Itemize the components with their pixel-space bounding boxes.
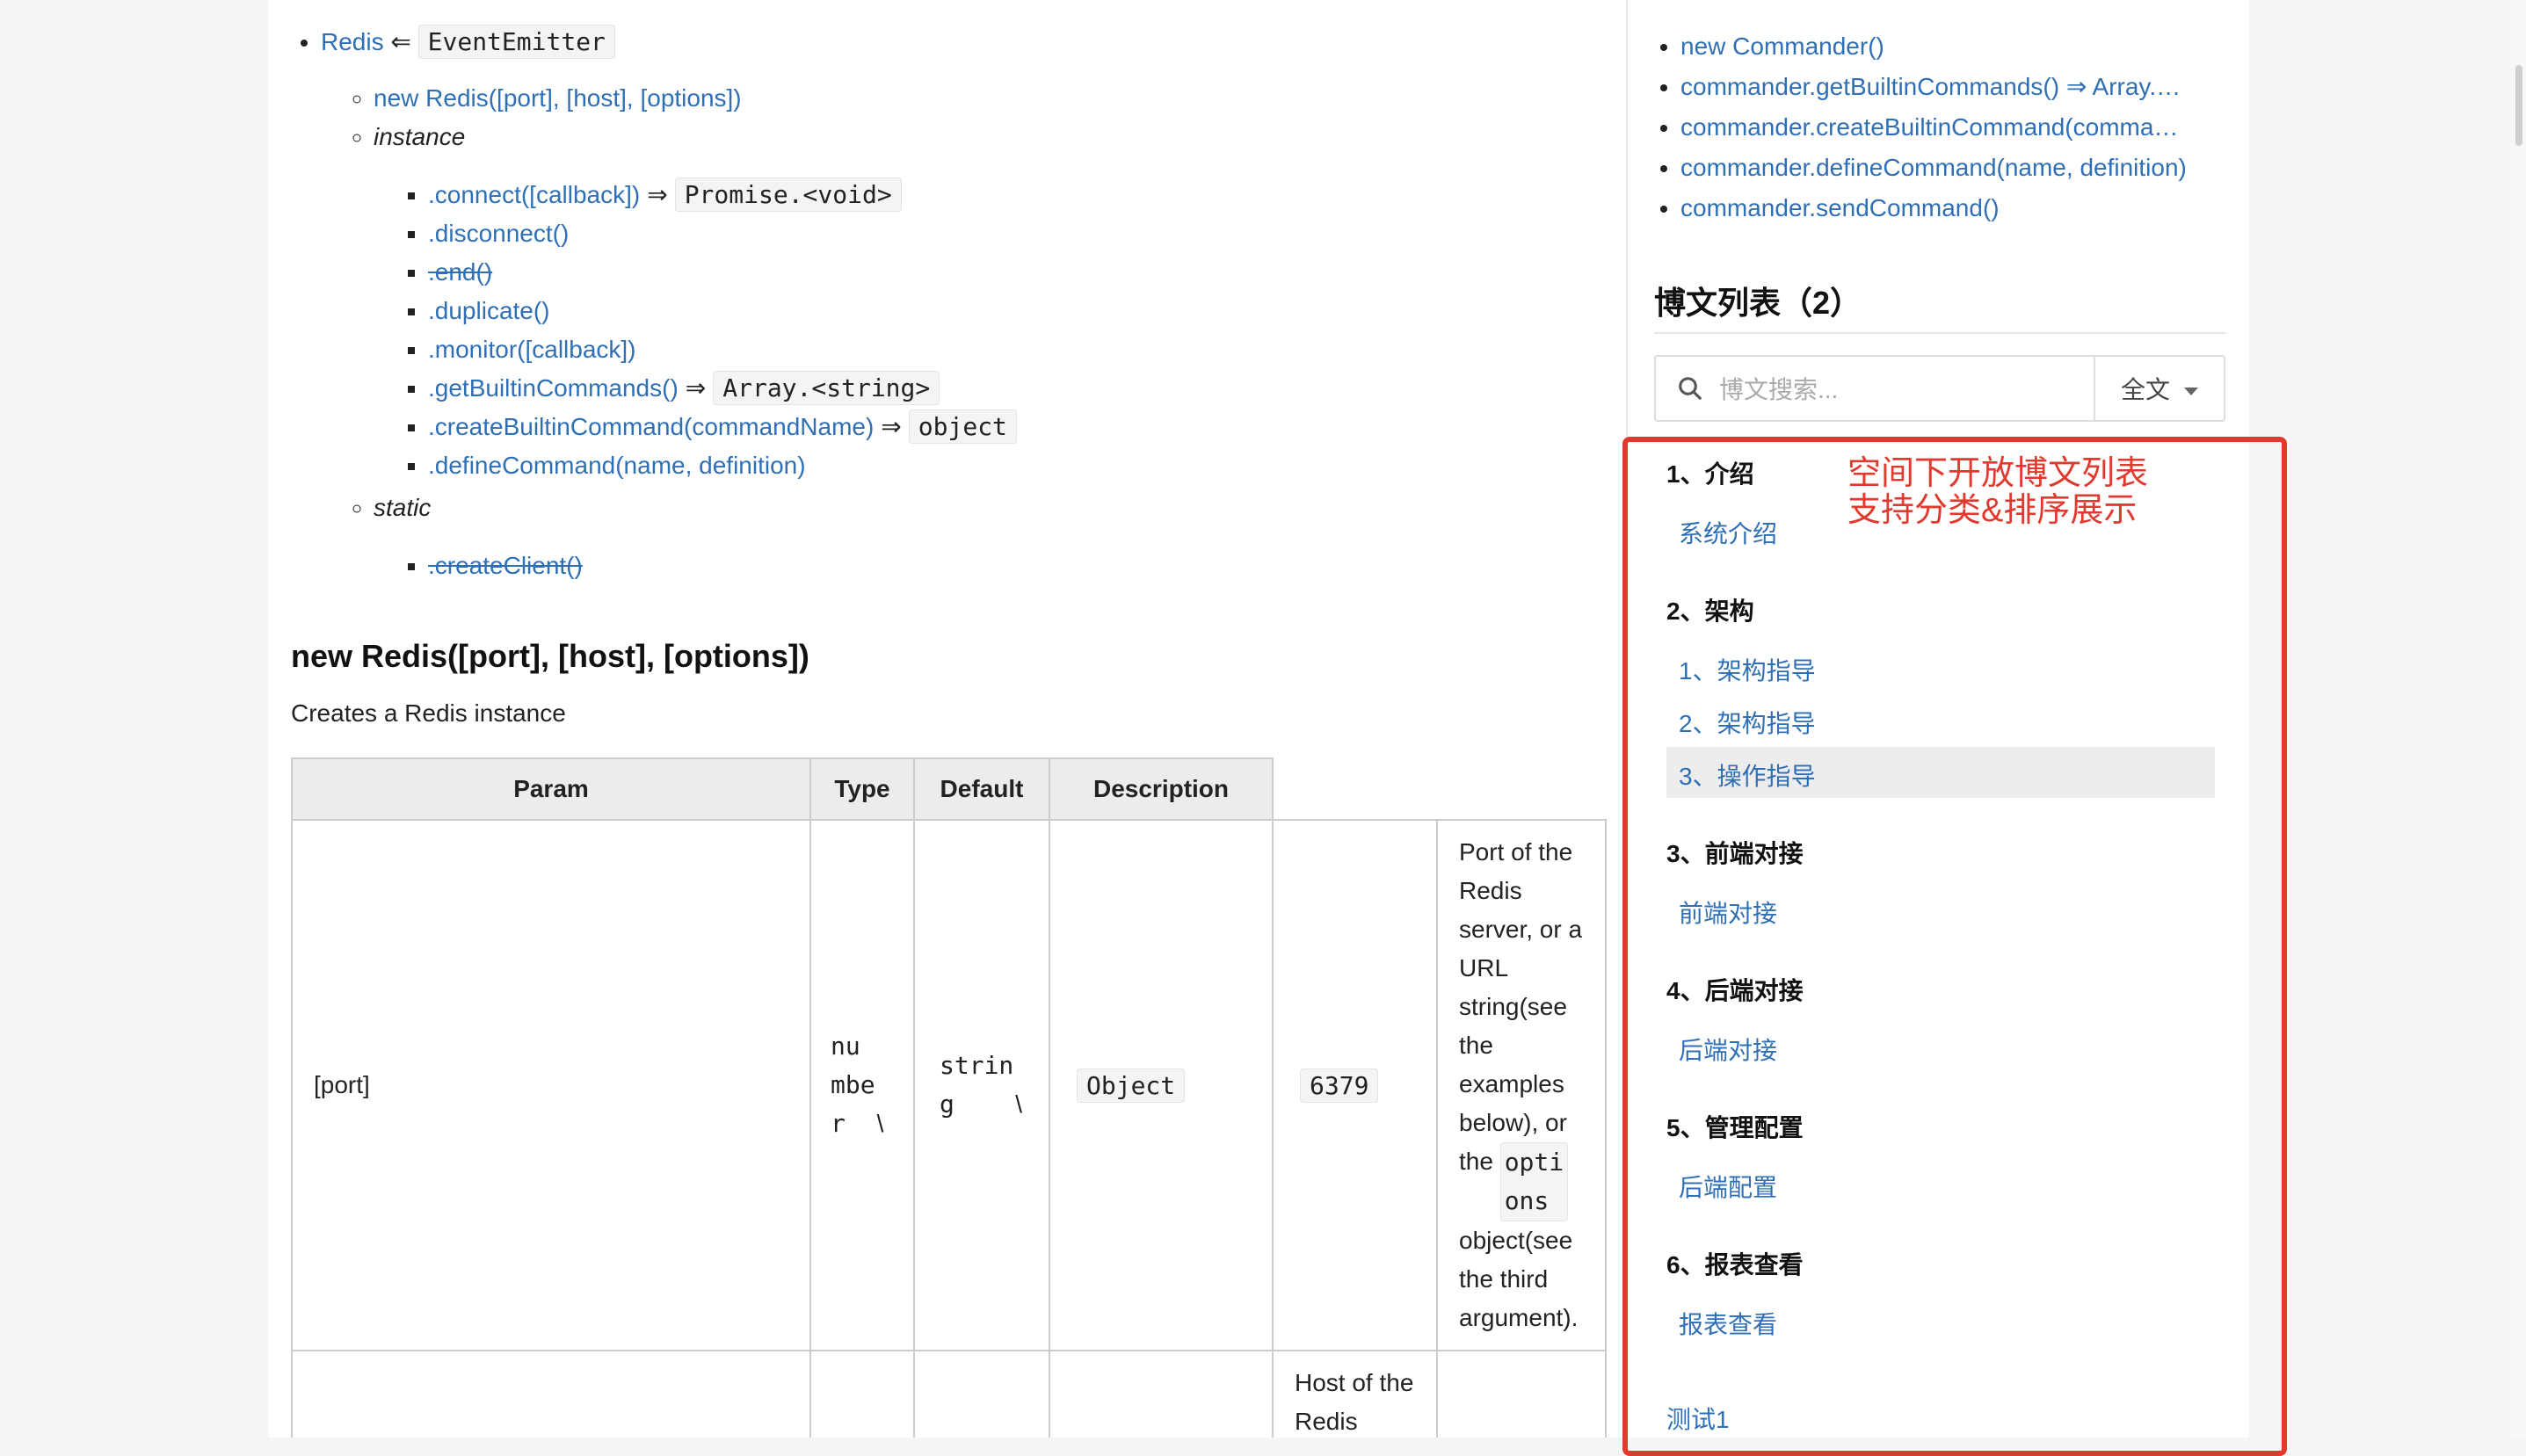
header-description: Description (1049, 757, 1274, 821)
host-description-cell: Host of the Redis (1272, 1350, 1438, 1438)
annotation-text: 空间下开放博文列表 支持分类&排序展示 (1847, 455, 2149, 529)
page-scrollbar[interactable] (2510, 0, 2526, 1438)
search-scope-label: 全文 (2120, 376, 2170, 403)
toc-link-redis[interactable]: Redis (321, 28, 384, 55)
header-empty-2 (1437, 758, 1606, 820)
toc-sublist: new Redis([port], [host], [options]) ins… (374, 79, 1017, 585)
desc-code-options: opti ons (1499, 1142, 1569, 1221)
default-code: 6379 (1300, 1068, 1379, 1103)
method-link[interactable]: .defineCommand(name, definition) (428, 452, 806, 479)
type-suffix-2: \ (1015, 1090, 1023, 1118)
sidebar-toc-link[interactable]: commander.sendCommand() (1680, 194, 2000, 221)
sidebar-toc-item: commander.defineCommand(name, definition… (1680, 148, 2187, 188)
type-code-string: strin g (938, 1047, 1016, 1124)
method-item: .defineCommand(name, definition) (428, 446, 1017, 485)
sidebar-toc-link[interactable]: commander.defineCommand(name, definition… (1680, 154, 2187, 181)
method-item: .disconnect() (428, 214, 1017, 253)
instance-label: instance (374, 123, 466, 150)
sidebar-toc-item: commander.createBuiltinCommand(comma… (1680, 107, 2187, 148)
method-item: .monitor([callback]) (428, 330, 1017, 369)
type-suffix: \ (876, 1110, 884, 1137)
sidebar-toc: new Commander() commander.getBuiltinComma… (1680, 26, 2187, 228)
doc-toc: Redis ⇐ EventEmitter new Redis([port], [… (321, 23, 1017, 589)
default-cell: 6379 (1272, 819, 1438, 1351)
desc-text-2: object(see the third argument). (1459, 1227, 1579, 1331)
method-link[interactable]: .disconnect() (428, 220, 569, 247)
method-link[interactable]: .end() (428, 258, 492, 286)
header-empty (1273, 758, 1437, 820)
method-item: .end() (428, 253, 1017, 292)
param-cell-2 (291, 1350, 811, 1438)
header-default: Default (913, 757, 1050, 821)
extra-cell-2 (1436, 1350, 1607, 1438)
annotation-box (1622, 437, 2287, 1456)
constructor-heading: new Redis([port], [host], [options]) (291, 638, 809, 674)
method-link[interactable]: .duplicate() (428, 297, 550, 324)
method-link[interactable]: .createClient() (428, 552, 583, 579)
search-icon (1679, 377, 1702, 400)
object-cell: Object (1049, 819, 1274, 1351)
blog-list-title: 博文列表（2） (1654, 278, 2225, 334)
scrollbar-thumb[interactable] (2515, 65, 2522, 146)
default-type-cell-2 (913, 1350, 1050, 1438)
search-scope-select[interactable]: 全文 (2095, 371, 2224, 406)
header-param: Param (291, 757, 811, 821)
table-row: Host of the Redis (291, 1350, 1607, 1438)
method-item: .connect([callback]) ⇒Promise.<void> (428, 176, 1017, 214)
extends-arrow: ⇐ (390, 28, 411, 55)
sidebar-toc-link[interactable]: commander.createBuiltinCommand(comma… (1680, 113, 2178, 141)
table-header-row: Param Type Default Description (291, 757, 1606, 821)
returns-arrow: ⇒ (647, 181, 668, 208)
method-item: .getBuiltinCommands()⇒Array.<string> (428, 369, 1017, 408)
method-link[interactable]: .connect([callback]) (428, 181, 640, 208)
parent-class-code: EventEmitter (417, 25, 615, 59)
return-type-code: Array.<string> (713, 371, 940, 405)
return-type-code: object (908, 409, 1017, 444)
static-method-list: .createClient() (428, 547, 1017, 585)
document-content: Redis ⇐ EventEmitter new Redis([port], [… (268, 0, 1626, 1438)
toc-item-static: static .createClient() (374, 489, 1017, 585)
sidebar-toc-link[interactable]: commander.getBuiltinCommands() ⇒ Array.… (1680, 73, 2181, 100)
table-row: [port] nu mbe r \ strin g \ Object 6379 Po… (291, 819, 1607, 1351)
param-cell: [port] (291, 819, 811, 1351)
desc-text-1: Port of the Redis server, or a URL strin… (1459, 838, 1583, 1175)
sidebar-toc-link[interactable]: new Commander() (1680, 33, 1884, 60)
method-link[interactable]: .createBuiltinCommand(commandName) (428, 413, 874, 440)
search-input[interactable]: 博文搜索... (1719, 371, 2094, 406)
sidebar-toc-item: commander.getBuiltinCommands() ⇒ Array.… (1680, 67, 2187, 107)
toc-link-constructor[interactable]: new Redis([port], [host], [options]) (374, 84, 742, 112)
toc-item-redis: Redis ⇐ EventEmitter new Redis([port], [… (321, 23, 1017, 585)
chevron-down-icon (2184, 388, 2198, 396)
returns-arrow: ⇒ (881, 413, 902, 440)
method-link[interactable]: .monitor([callback]) (428, 336, 636, 363)
method-item: .duplicate() (428, 292, 1017, 330)
method-item: .createClient() (428, 547, 1017, 585)
object-cell-2 (1049, 1350, 1274, 1438)
instance-method-list: .connect([callback])⇒Promise.<void>.disc… (428, 176, 1017, 485)
toc-item-instance: instance .connect([callback])⇒Promise.<v… (374, 118, 1017, 485)
type-code-number: nu mbe r (829, 1027, 877, 1143)
default-type-cell: strin g \ (913, 819, 1050, 1351)
params-table: Param Type Default Description [port] nu… (291, 757, 1607, 1438)
static-label: static (374, 494, 432, 521)
returns-arrow: ⇒ (685, 374, 707, 402)
header-type: Type (809, 757, 915, 821)
method-link[interactable]: .getBuiltinCommands() (428, 374, 679, 402)
constructor-description: Creates a Redis instance (291, 699, 566, 727)
method-item: .createBuiltinCommand(commandName) ⇒objec… (428, 408, 1017, 446)
sidebar-toc-item: commander.sendCommand() (1680, 188, 2187, 228)
description-cell: Port of the Redis server, or a URL strin… (1436, 819, 1607, 1351)
return-type-code: Promise.<void> (674, 177, 902, 212)
sidebar-toc-item: new Commander() (1680, 26, 2187, 67)
blog-search: 博文搜索... 全文 (1654, 355, 2225, 422)
type-code-object: Object (1077, 1068, 1186, 1103)
type-cell-2 (809, 1350, 915, 1438)
toc-item-constructor: new Redis([port], [host], [options]) (374, 79, 1017, 118)
type-cell: nu mbe r \ (809, 819, 915, 1351)
